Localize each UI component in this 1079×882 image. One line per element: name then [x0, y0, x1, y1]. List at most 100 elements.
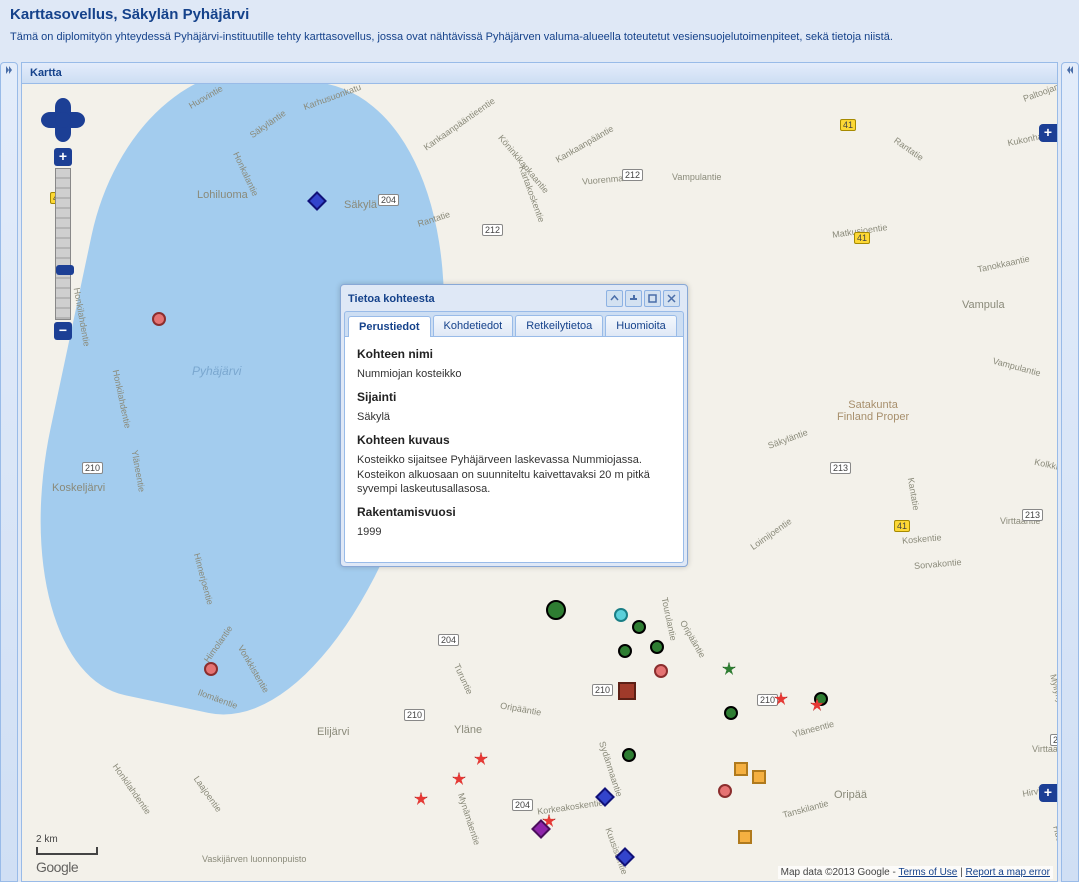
map-marker[interactable] — [474, 752, 488, 766]
road-label: Mynämäentie — [456, 792, 482, 846]
section-heading: Rakentamisvuosi — [357, 505, 671, 519]
terms-link[interactable]: Terms of Use — [898, 867, 957, 878]
popup-close-button[interactable] — [663, 290, 680, 307]
road-label: Loimijoentie — [748, 516, 793, 552]
map-type-toggle-top[interactable]: + — [1039, 124, 1057, 142]
zoom-slider-track[interactable] — [55, 168, 71, 320]
road-shield: 212 — [622, 169, 643, 181]
road-label: Korkeakoskentie — [537, 797, 604, 816]
expand-right-panel[interactable] — [1061, 62, 1079, 882]
map-marker[interactable] — [718, 784, 732, 798]
road-label: Honkilahdentie — [111, 762, 153, 817]
road-shield: 41 — [840, 119, 856, 131]
map-attribution: Map data ©2013 Google - Terms of Use | R… — [778, 866, 1053, 879]
road-label: Myllykyläntie — [1048, 673, 1057, 725]
tab-huomioita[interactable]: Huomioita — [605, 315, 677, 336]
map-marker[interactable] — [632, 620, 646, 634]
pan-rose — [41, 98, 85, 142]
popup-collapse-button[interactable] — [606, 290, 623, 307]
map-marker[interactable] — [752, 770, 766, 784]
road-label: Vampulantie — [672, 172, 721, 182]
zoom-slider-handle[interactable] — [56, 265, 74, 275]
section-text: Nummiojan kosteikko — [357, 367, 671, 382]
place-label: Lohiluoma — [197, 189, 248, 201]
map-panel: Kartta Pyhäjärvi Satakunta Finland Prope… — [21, 62, 1058, 882]
map-type-toggle-bottom[interactable]: + — [1039, 784, 1057, 802]
road-label: Turuntie — [452, 662, 475, 696]
road-label: Yläneentie — [791, 719, 835, 740]
popup-pin-button[interactable] — [625, 290, 642, 307]
feature-info-popup[interactable]: Tietoa kohteesta Perustiedot Kohdetiedot… — [340, 284, 688, 567]
map-marker[interactable] — [738, 830, 752, 844]
road-label: Tanskilantie — [782, 798, 830, 820]
map-marker[interactable] — [452, 772, 466, 786]
place-label: Koskeljärvi — [52, 482, 105, 494]
section-heading: Kohteen kuvaus — [357, 433, 671, 447]
section-text: 1999 — [357, 525, 671, 540]
app-title: Karttasovellus, Säkylän Pyhäjärvi — [10, 6, 1069, 23]
road-shield: 204 — [438, 634, 459, 646]
road-label: Tanokkaantie — [977, 254, 1031, 275]
tab-retkeilytietoa[interactable]: Retkeilytietoa — [515, 315, 603, 336]
section-heading: Sijainti — [357, 390, 671, 404]
road-label: Kankaanpääntie — [554, 123, 615, 164]
map-marker[interactable] — [414, 792, 428, 806]
map-marker[interactable] — [546, 600, 566, 620]
map-marker[interactable] — [734, 762, 748, 776]
map-marker[interactable] — [622, 748, 636, 762]
popup-maximize-button[interactable] — [644, 290, 661, 307]
road-shield: 210 — [1050, 734, 1057, 746]
road-shield: 41 — [894, 520, 910, 532]
road-label: Säkyläntie — [767, 427, 809, 451]
lake-label: Pyhäjärvi — [192, 364, 241, 378]
road-shield: 210 — [592, 684, 613, 696]
tab-kohdetiedot[interactable]: Kohdetiedot — [433, 315, 514, 336]
map-marker[interactable] — [618, 682, 636, 700]
road-label: Vaskijärven luonnonpuisto — [202, 854, 306, 864]
road-label: Paltoojantie — [1022, 84, 1057, 104]
road-shield: 212 — [482, 224, 503, 236]
road-label: Tourulantie — [660, 596, 679, 641]
tab-perustiedot[interactable]: Perustiedot — [348, 316, 431, 337]
place-label: Säkylä — [344, 199, 377, 211]
report-error-link[interactable]: Report a map error — [966, 867, 1050, 878]
app-description: Tämä on diplomityön yhteydessä Pyhäjärvi… — [10, 31, 1069, 43]
map-marker[interactable] — [654, 664, 668, 678]
zoom-in-button[interactable]: + — [54, 148, 72, 166]
road-shield: 210 — [404, 709, 425, 721]
map-marker[interactable] — [722, 662, 736, 676]
place-label: Vampula — [962, 299, 1005, 311]
road-label: Sorvakontie — [914, 557, 962, 571]
road-shield: 204 — [378, 194, 399, 206]
road-label: Rantatie — [892, 135, 925, 162]
panel-title: Kartta — [22, 63, 1057, 84]
place-label: Oripää — [834, 789, 867, 801]
map-marker[interactable] — [204, 662, 218, 676]
popup-title: Tietoa kohteesta — [348, 293, 606, 305]
place-label: Elijärvi — [317, 726, 349, 738]
popup-tab-body: Kohteen nimi Nummiojan kosteikko Sijaint… — [344, 336, 684, 563]
map-marker[interactable] — [614, 608, 628, 622]
map-marker[interactable] — [152, 312, 166, 326]
map-marker[interactable] — [618, 644, 632, 658]
region-label: Satakunta Finland Proper — [837, 399, 909, 423]
pan-center-button[interactable] — [55, 112, 71, 128]
road-label: Kolkkistentie — [1034, 457, 1057, 477]
road-shield: 213 — [830, 462, 851, 474]
road-shield: 204 — [512, 799, 533, 811]
section-text: Kosteikko sijaitsee Pyhäjärveen laskevas… — [357, 453, 671, 498]
road-label: Laajoentie — [192, 774, 224, 814]
zoom-out-button[interactable]: − — [54, 322, 72, 340]
road-shield: 213 — [1022, 509, 1043, 521]
expand-left-panel[interactable] — [0, 62, 18, 882]
road-label: Oripääntie — [499, 700, 542, 717]
map-canvas[interactable]: Pyhäjärvi Satakunta Finland Proper Säkyl… — [22, 84, 1057, 881]
road-shield: 210 — [757, 694, 778, 706]
map-marker[interactable] — [650, 640, 664, 654]
scale-bar: 2 km — [36, 834, 98, 855]
popup-tab-strip: Perustiedot Kohdetiedot Retkeilytietoa H… — [344, 311, 684, 336]
map-marker[interactable] — [724, 706, 738, 720]
road-shield: 210 — [82, 462, 103, 474]
road-shield: 41 — [854, 232, 870, 244]
place-label: Yläne — [454, 724, 482, 736]
